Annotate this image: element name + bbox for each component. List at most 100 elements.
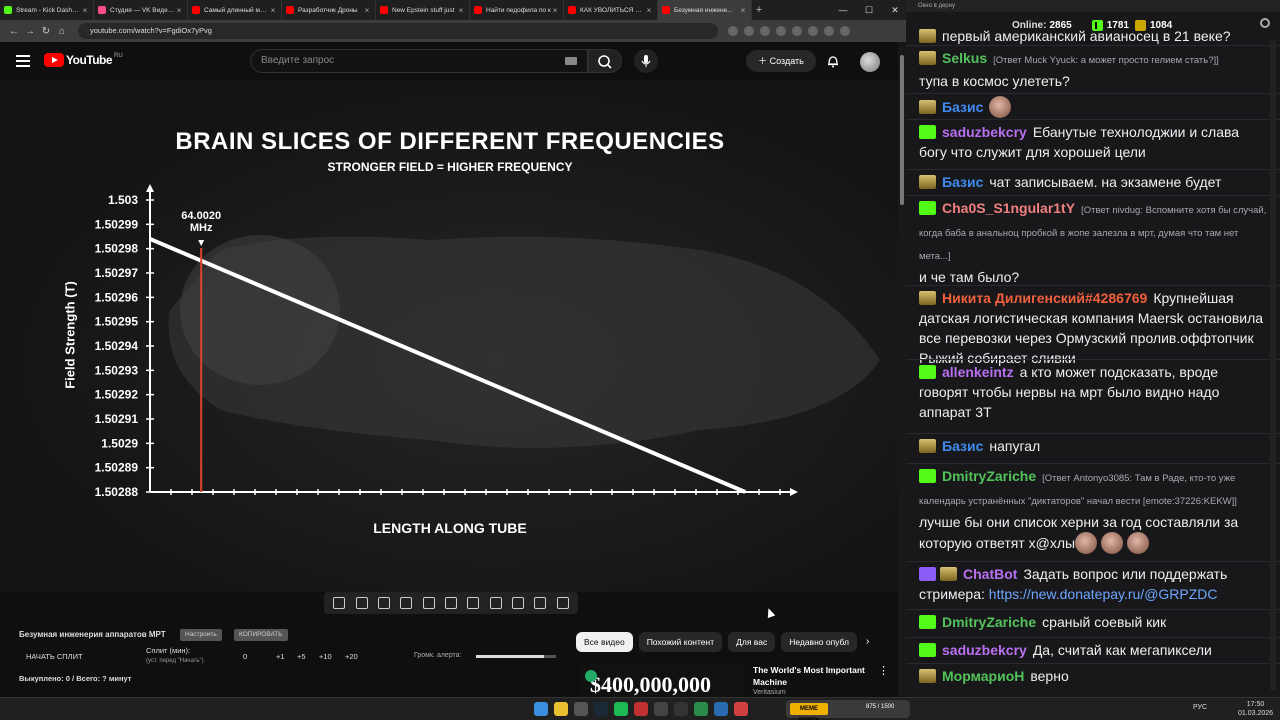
scrollbar-thumb[interactable] — [900, 55, 904, 205]
create-button[interactable]: ＋ Создать — [746, 50, 816, 72]
back-icon[interactable]: ← — [6, 26, 22, 37]
chrome-icon[interactable] — [554, 702, 568, 716]
start-split-button[interactable]: НАЧАТЬ СПЛИТ — [26, 652, 83, 661]
app-icon[interactable] — [574, 702, 588, 716]
split-add-button[interactable]: 0 — [243, 652, 247, 661]
chip-for-you[interactable]: Для вас — [728, 632, 776, 652]
new-tab-button[interactable]: + — [752, 4, 766, 16]
telegram-icon[interactable] — [714, 702, 728, 716]
more-options-icon[interactable]: ⋮ — [878, 664, 889, 677]
chip-related[interactable]: Похожий контент — [638, 632, 723, 652]
search-input[interactable]: Введите запрос — [250, 49, 588, 73]
chat-username[interactable]: DmitryZariche — [942, 614, 1036, 630]
app-icon[interactable] — [674, 702, 688, 716]
youtube-logo[interactable]: YouTube RU — [44, 53, 123, 67]
voice-search-button[interactable] — [634, 49, 658, 73]
tab-close-icon[interactable]: × — [363, 6, 371, 15]
browser-tab[interactable]: Stream - Kick Dashboard× — [0, 0, 94, 20]
obs-icon[interactable] — [654, 702, 668, 716]
app-icon[interactable] — [694, 702, 708, 716]
chat-username[interactable]: Cha0S_S1ngular1tY — [942, 200, 1075, 216]
browser-tab[interactable]: Самый длинный мост × — [188, 0, 282, 20]
tab-close-icon[interactable]: × — [269, 6, 277, 15]
tab-close-icon[interactable]: × — [175, 6, 183, 15]
avatar[interactable] — [860, 52, 880, 72]
chat-username[interactable]: Базис — [942, 438, 983, 454]
notifications-icon[interactable] — [826, 54, 840, 68]
browser-tab[interactable]: КАК УВОЛИТЬСЯ И П × — [564, 0, 658, 20]
chat-username[interactable]: Selkus — [942, 50, 987, 66]
video-player[interactable]: 1.503 1.50299 1.50298 1.50297 1.50296 1.50295… — [0, 80, 906, 592]
search-button[interactable] — [588, 49, 622, 73]
chat-username[interactable]: Никита Дилигенский#4286769 — [942, 290, 1147, 306]
broadcast-icon[interactable] — [355, 597, 368, 609]
chevron-right-icon[interactable]: › — [866, 636, 869, 647]
tab-close-icon[interactable]: × — [739, 6, 747, 15]
app-icon[interactable] — [734, 702, 748, 716]
minimize-icon[interactable]: — — [830, 0, 856, 20]
maximize-icon[interactable]: ☐ — [856, 0, 882, 20]
zoom-icon[interactable] — [728, 26, 738, 36]
spotify-icon[interactable] — [614, 702, 628, 716]
browser-tab[interactable]: Разработчик Дроны × — [282, 0, 376, 20]
alert-volume-slider[interactable] — [476, 655, 556, 658]
split-add-button[interactable]: +10 — [319, 652, 332, 661]
tab-close-icon[interactable]: × — [81, 6, 89, 15]
home-icon[interactable]: ⌂ — [54, 26, 70, 37]
profile-icon[interactable] — [840, 26, 850, 36]
chat-link[interactable]: https://new.donatepay.ru/@GRPZDC — [989, 586, 1218, 602]
split-add-button[interactable]: +5 — [297, 652, 306, 661]
extension-icon[interactable] — [808, 26, 818, 36]
cinema-icon[interactable] — [444, 597, 457, 609]
timer-icon[interactable] — [489, 597, 502, 609]
extension-icon[interactable] — [776, 26, 786, 36]
split-add-button[interactable]: +20 — [345, 652, 358, 661]
recommendation-title[interactable]: The World's Most Important Machine — [753, 664, 873, 688]
reload-icon[interactable]: ↻ — [38, 26, 54, 37]
copy-button[interactable]: КОПИРОВАТЬ — [234, 629, 288, 641]
chip-recent[interactable]: Недавно опубл — [781, 632, 857, 652]
tab-close-icon[interactable]: × — [645, 6, 653, 15]
browser-tab[interactable]: Студия — VK Видео Live× — [94, 0, 188, 20]
flask-icon[interactable] — [534, 597, 547, 609]
tab-close-icon[interactable]: × — [551, 6, 559, 15]
chat-username[interactable]: МормариоН — [942, 668, 1024, 684]
chat-username[interactable]: allenkeintz — [942, 364, 1014, 380]
loop-icon[interactable] — [333, 597, 346, 609]
chat-username[interactable]: saduzbekcry — [942, 124, 1027, 140]
chat-username[interactable]: DmitryZariche — [942, 468, 1036, 484]
chat-username[interactable]: ChatBot — [963, 566, 1017, 582]
chat-reply[interactable]: [Ответ Muck Yyuck: а может просто гелием… — [993, 55, 1219, 66]
keyboard-icon[interactable] — [565, 57, 577, 65]
chip-all[interactable]: Все видео — [576, 632, 633, 652]
clock[interactable]: 17:50 01.03.2026 — [1238, 700, 1273, 718]
url-field[interactable]: youtube.com/watch?v=FgdiOx7yPvg — [78, 23, 718, 39]
pip-icon[interactable] — [422, 597, 435, 609]
speed-icon[interactable] — [467, 597, 480, 609]
eye-icon[interactable] — [377, 597, 390, 609]
meme-party-widget[interactable]: MEME PARTY 875 / 1500 — [786, 700, 910, 720]
browser-tab[interactable]: Найти педофила по к × — [470, 0, 564, 20]
menu-icon[interactable] — [16, 55, 30, 67]
film-icon[interactable] — [400, 597, 413, 609]
chat-username[interactable]: saduzbekcry — [942, 642, 1027, 658]
download-icon[interactable] — [824, 26, 834, 36]
chat-username[interactable]: Базис — [942, 174, 983, 190]
extension-icon[interactable] — [792, 26, 802, 36]
browser-tab[interactable]: Безумная инжене... × — [658, 0, 752, 20]
recommendation-thumbnail[interactable]: $400,000,000 — [580, 662, 744, 697]
chat-username[interactable]: Базис — [942, 99, 983, 115]
split-add-button[interactable]: +1 — [276, 652, 285, 661]
share-icon[interactable] — [744, 26, 754, 36]
steam-icon[interactable] — [594, 702, 608, 716]
windows-start-icon[interactable] — [534, 702, 548, 716]
app-icon[interactable] — [634, 702, 648, 716]
gear-icon[interactable] — [556, 597, 569, 609]
chat-scrollbar[interactable] — [1270, 40, 1276, 690]
forward-icon[interactable]: → — [22, 26, 38, 37]
settings-button[interactable]: Настроить — [180, 629, 222, 641]
browser-tab[interactable]: New Epstein stuff just × — [376, 0, 470, 20]
language-indicator[interactable]: РУС — [1193, 704, 1207, 711]
screenshot-icon[interactable] — [512, 597, 525, 609]
recommendation-channel[interactable]: Veritasium — [753, 689, 786, 696]
